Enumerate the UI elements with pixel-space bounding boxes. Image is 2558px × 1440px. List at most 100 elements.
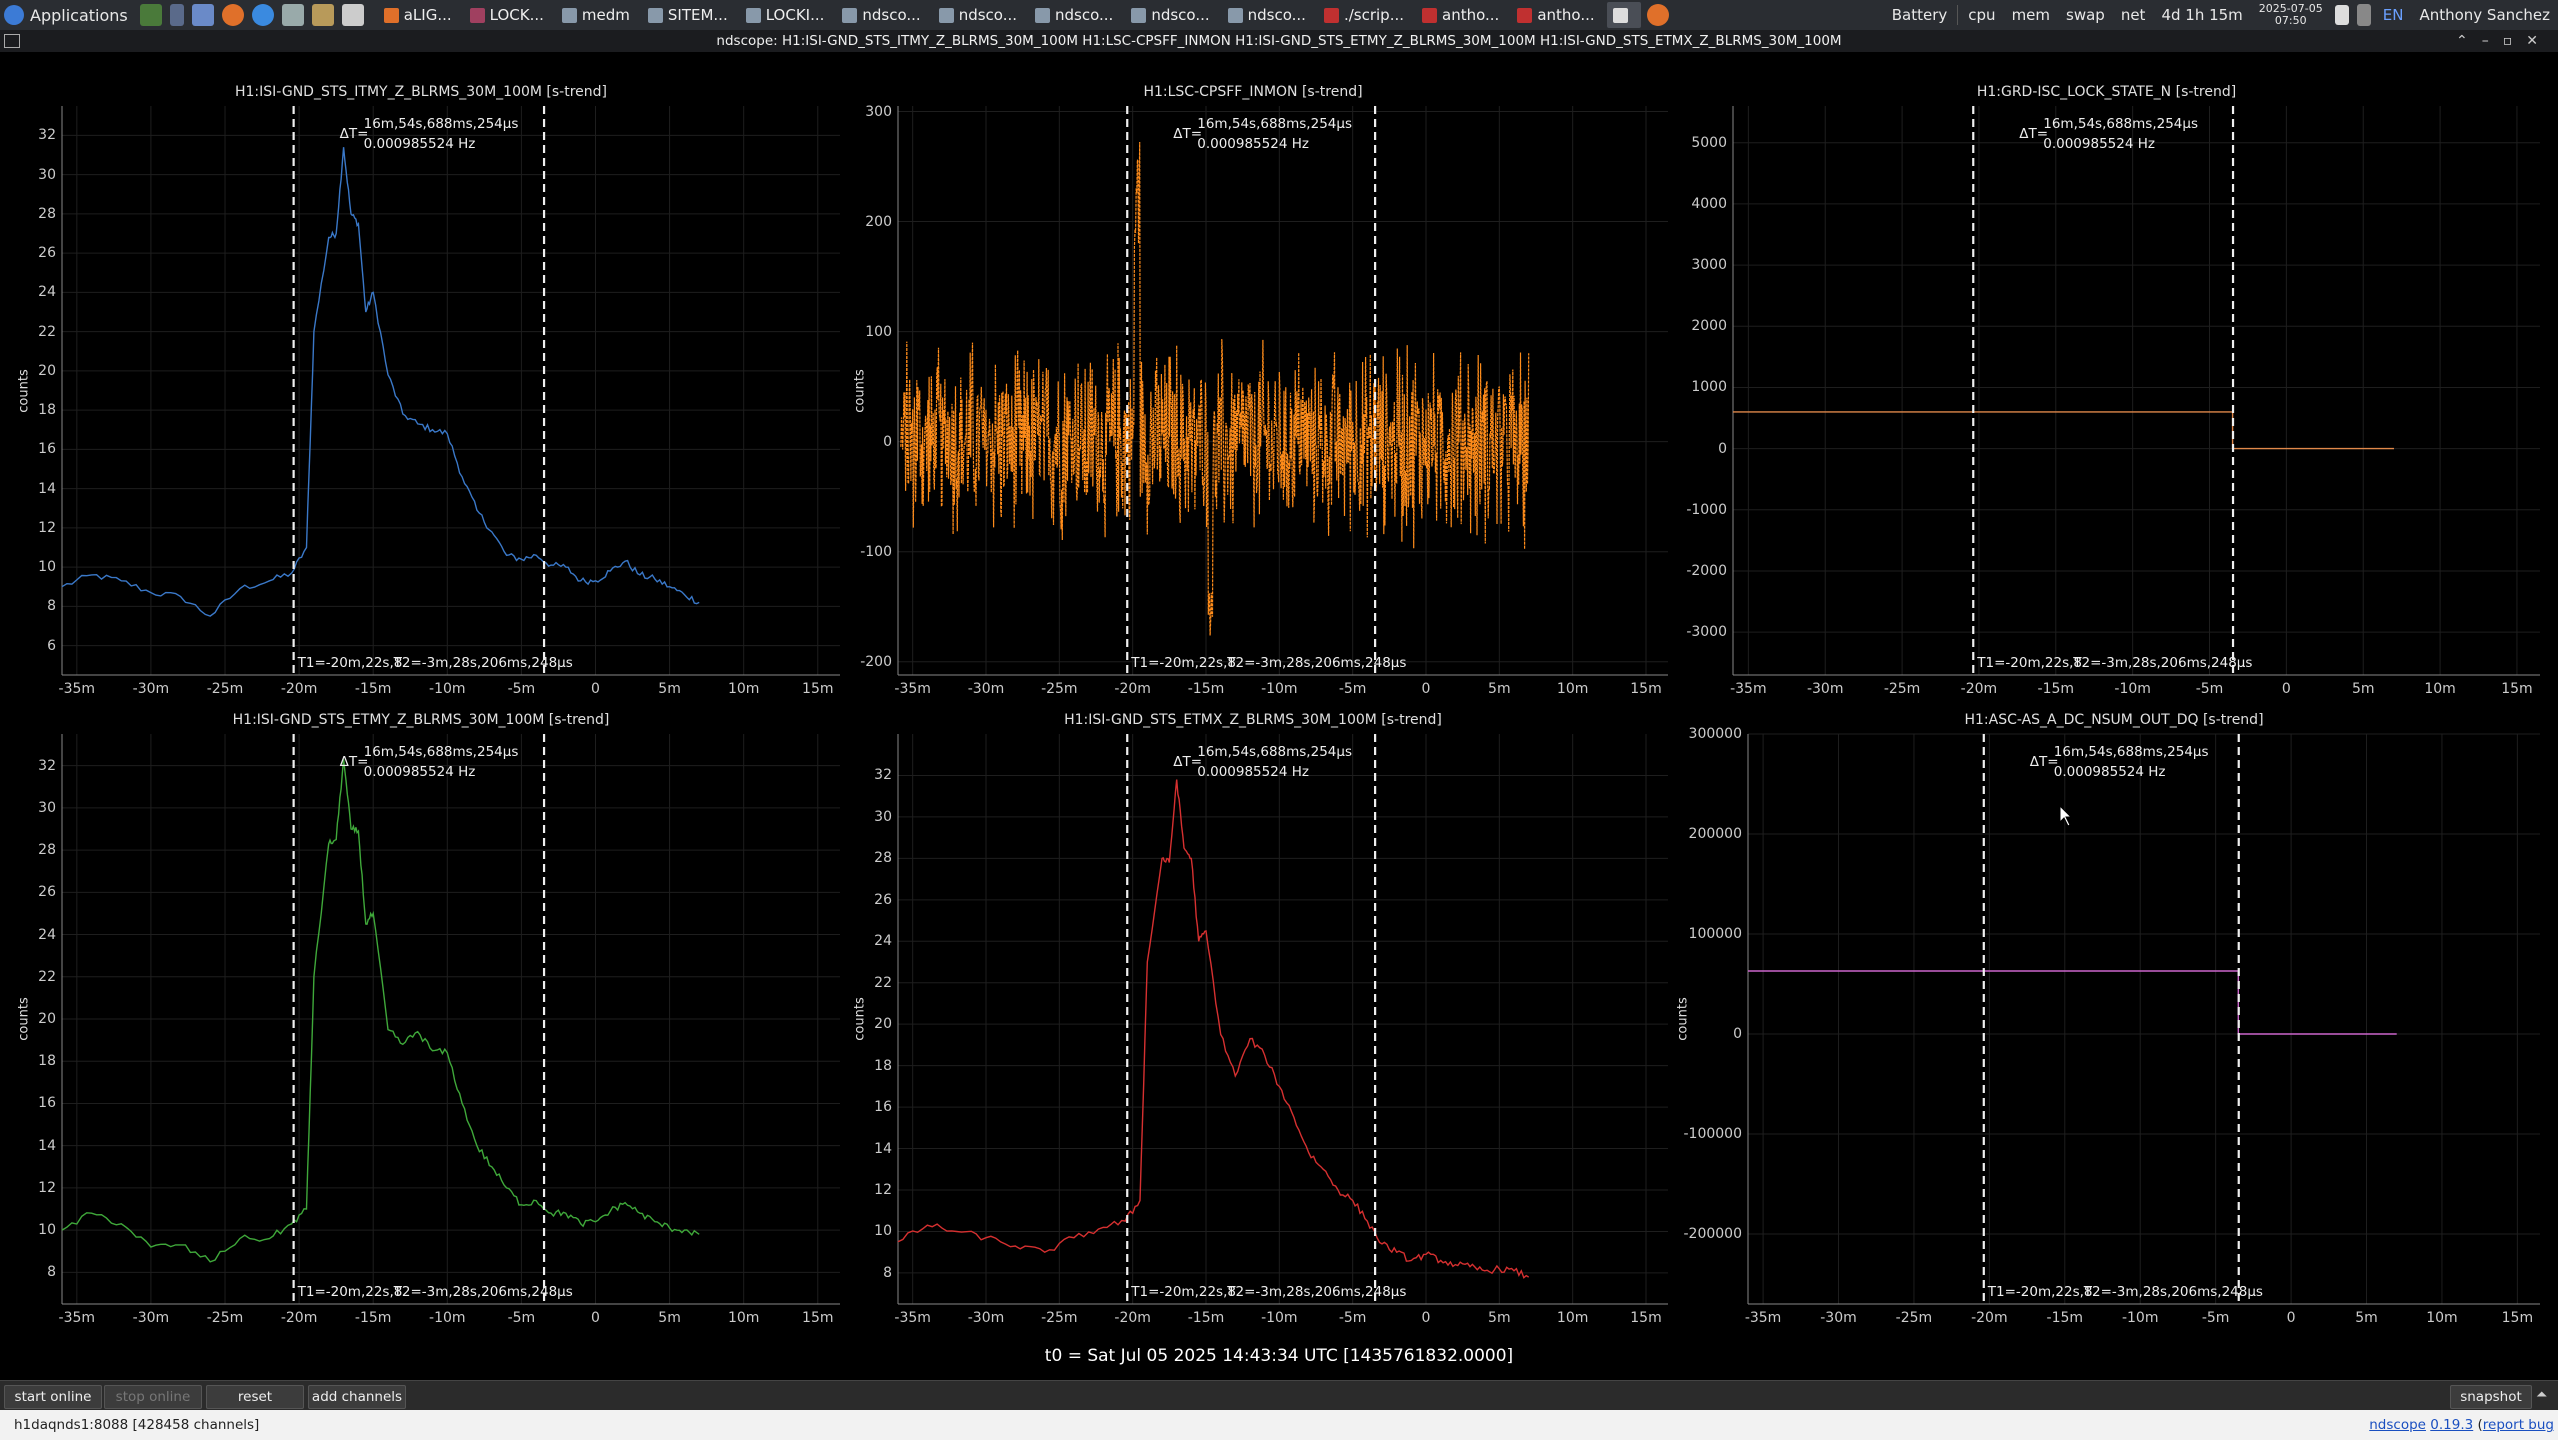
task-button[interactable]: ndsco...: [1222, 2, 1314, 28]
delta-symbol: ΔT=: [339, 126, 369, 142]
plot-panel-1[interactable]: [61, 106, 840, 676]
editor-launcher-icon[interactable]: [341, 4, 364, 26]
keyboard-layout[interactable]: EN: [2375, 6, 2412, 24]
plot-title: H1:ISI-GND_STS_ITMY_Z_BLRMS_30M_100M [s-…: [234, 84, 608, 100]
y-tick-label: 0: [883, 433, 892, 450]
plot-panel-3[interactable]: [1732, 106, 2540, 676]
task-button-label: ./scrip...: [1343, 6, 1404, 24]
applications-menu[interactable]: Applications: [0, 0, 136, 30]
mem-monitor[interactable]: mem: [2004, 6, 2058, 24]
clipboard-icon[interactable]: [2334, 5, 2349, 25]
file-manager-launcher-icon[interactable]: [191, 4, 214, 26]
task-button[interactable]: medm: [556, 2, 638, 28]
collapse-chevron-icon[interactable]: ⏶: [2536, 1387, 2547, 1403]
plot-panel-4[interactable]: [61, 734, 840, 1305]
dropdown-chevron-icon[interactable]: [169, 4, 184, 26]
task-button[interactable]: SITEM...: [642, 2, 736, 28]
minimize-icon[interactable]: ⌃: [2456, 33, 2482, 49]
window-controls: ⌃–▫✕: [2456, 30, 2552, 52]
x-tick-label: 10m: [1556, 681, 1589, 697]
terminal-icon: [1422, 7, 1437, 23]
x-tick-label: 15m: [802, 681, 834, 697]
task-button[interactable]: antho...: [1511, 2, 1602, 28]
y-tick-label: 10: [38, 1222, 56, 1239]
task-button[interactable]: ndsco...: [836, 2, 928, 28]
reset-button[interactable]: reset: [206, 1385, 304, 1409]
task-button[interactable]: ./scrip...: [1318, 2, 1412, 28]
maximize-icon[interactable]: ▫: [2503, 33, 2527, 49]
close-icon[interactable]: ✕: [2526, 33, 2552, 49]
y-tick-label: 16: [38, 1095, 56, 1112]
y-tick-label: 32: [874, 767, 892, 784]
ndscope-link[interactable]: ndscope: [2369, 1417, 2426, 1433]
shade-icon[interactable]: –: [2482, 33, 2503, 49]
delta-t-readout: ΔT= 16m,54s,688ms,254μs 0.000985524 Hz: [2030, 742, 2209, 782]
add-channels-button[interactable]: add channels: [308, 1385, 406, 1409]
x-tick-label: -5m: [2201, 1310, 2230, 1326]
control-bar: start online stop online reset add chann…: [0, 1380, 2558, 1411]
plot-panel-5[interactable]: [897, 734, 1668, 1305]
cpu-monitor[interactable]: cpu: [1960, 6, 2003, 24]
task-button[interactable]: ndsco...: [1125, 2, 1217, 28]
share-launcher-icon[interactable]: [281, 4, 304, 26]
x-tick-label: -5m: [2195, 681, 2224, 697]
terminal-launcher-icon[interactable]: [139, 4, 162, 26]
clock[interactable]: 2025-07-05 07:50: [2251, 3, 2331, 27]
t1-label: T1=-20m,22s,8: [297, 655, 403, 671]
y-axis-label: counts: [852, 368, 868, 413]
network-icon[interactable]: [2356, 4, 2371, 26]
x-tick-label: -25m: [1895, 1310, 1933, 1326]
delta-time: 16m,54s,688ms,254μs: [363, 744, 519, 760]
y-tick-label: 28: [874, 850, 892, 867]
top-panel: Applications aLIG... LOCK... medm SITEM... L…: [0, 0, 2558, 31]
firefox-task-icon[interactable]: [1646, 4, 1669, 26]
series-line: [900, 141, 1530, 636]
plot-panel-2[interactable]: [897, 106, 1668, 676]
y-tick-label: 300000: [1688, 726, 1742, 742]
task-button[interactable]: ndsco...: [933, 2, 1025, 28]
plot-title: H1:LSC-CPSFF_INMON [s-trend]: [1143, 84, 1363, 100]
battery-monitor[interactable]: Battery: [1884, 6, 1956, 24]
user-menu[interactable]: Anthony Sanchez: [2411, 6, 2558, 24]
window-menu-icon[interactable]: [4, 34, 20, 48]
task-active-window[interactable]: [1606, 2, 1641, 28]
swap-monitor[interactable]: swap: [2058, 6, 2113, 24]
x-tick-label: -25m: [1041, 1310, 1078, 1326]
x-tick-label: -25m: [1041, 681, 1078, 697]
y-tick-label: 26: [38, 245, 56, 262]
x-tick-label: 5m: [1488, 1310, 1511, 1326]
x-tick-label: -15m: [2037, 681, 2075, 697]
chromium-launcher-icon[interactable]: [251, 4, 274, 26]
task-button-label: ndsco...: [958, 6, 1018, 24]
task-button-label: SITEM...: [667, 6, 728, 24]
net-monitor[interactable]: net: [2113, 6, 2154, 24]
y-tick-label: 10: [874, 1223, 892, 1240]
start-online-button[interactable]: start online: [4, 1385, 102, 1409]
x-tick-label: -30m: [132, 681, 170, 697]
delta-symbol: ΔT=: [339, 754, 369, 770]
y-tick-label: 28: [38, 205, 56, 222]
report-bug-link[interactable]: report bug: [2483, 1417, 2554, 1433]
delta-t-readout: ΔT= 16m,54s,688ms,254μs 0.000985524 Hz: [2019, 114, 2198, 154]
y-tick-label: 200: [865, 213, 892, 230]
snapshot-button[interactable]: snapshot: [2450, 1385, 2532, 1409]
y-tick-label: 10: [38, 559, 56, 576]
plot-area[interactable]: H1:ISI-GND_STS_ITMY_Z_BLRMS_30M_100M [s-…: [0, 52, 2558, 1380]
task-button[interactable]: antho...: [1416, 2, 1507, 28]
task-button-label: antho...: [1442, 6, 1500, 24]
task-button[interactable]: LOCKI...: [740, 2, 833, 28]
delta-freq: 0.000985524 Hz: [1197, 136, 1309, 152]
window-icon: [1227, 7, 1243, 23]
task-button[interactable]: LOCK...: [464, 2, 552, 28]
task-button[interactable]: ndsco...: [1029, 2, 1121, 28]
task-button[interactable]: aLIG...: [378, 2, 460, 28]
terminal-icon: [1323, 7, 1339, 23]
task-button-label: antho...: [1537, 6, 1595, 24]
y-tick-label: -100000: [1683, 1126, 1743, 1142]
version-link[interactable]: 0.19.3: [2430, 1417, 2473, 1433]
window-icon: [745, 7, 761, 23]
tray-separator: [1957, 5, 1959, 25]
tools-launcher-icon[interactable]: [311, 4, 334, 26]
firefox-launcher-icon[interactable]: [221, 4, 244, 26]
plot-panel-6[interactable]: [1747, 733, 2540, 1305]
